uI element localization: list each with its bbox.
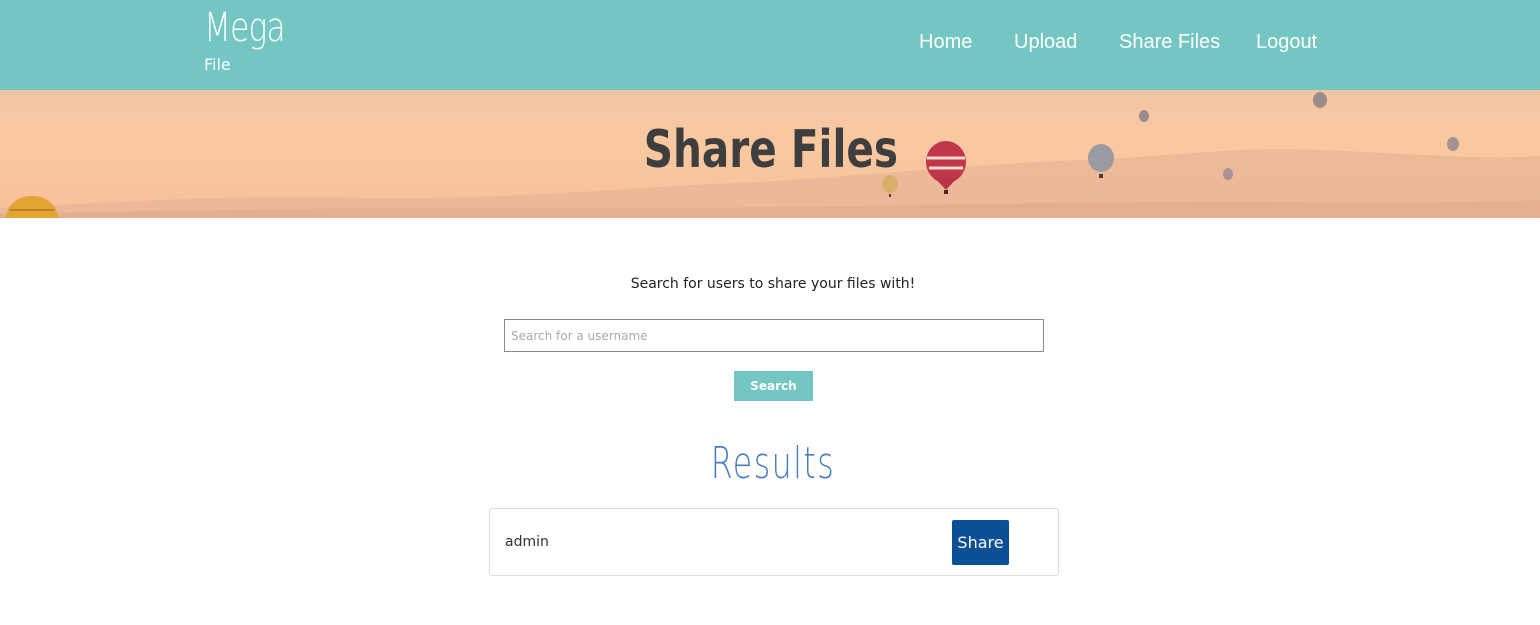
balloon-small-3 [1447,137,1459,151]
page-title: Share Files [643,120,899,180]
search-intro-text: Search for users to share your files wit… [630,276,916,292]
nav-share-files-link[interactable]: Share Files [1119,28,1220,56]
username-search-input[interactable] [504,319,1044,352]
balloon-small-1 [1313,92,1327,108]
nav-upload-link[interactable]: Upload [1014,28,1077,56]
logo-sub-text: File [204,55,231,74]
top-navbar: Mega File Home Upload Share Files Logout [0,0,1540,90]
results-heading: Results [710,438,836,489]
search-button[interactable]: Search [734,371,813,401]
main-nav: Home Upload Share Files Logout [0,28,1540,58]
result-username: admin [505,534,549,550]
share-button[interactable]: Share [952,520,1009,565]
nav-logout-link[interactable]: Logout [1256,28,1317,56]
nav-home-link[interactable]: Home [919,28,972,56]
result-card: admin Share [489,508,1059,576]
balloon-left-edge [6,196,58,218]
hero-banner: Share Files [0,90,1540,218]
